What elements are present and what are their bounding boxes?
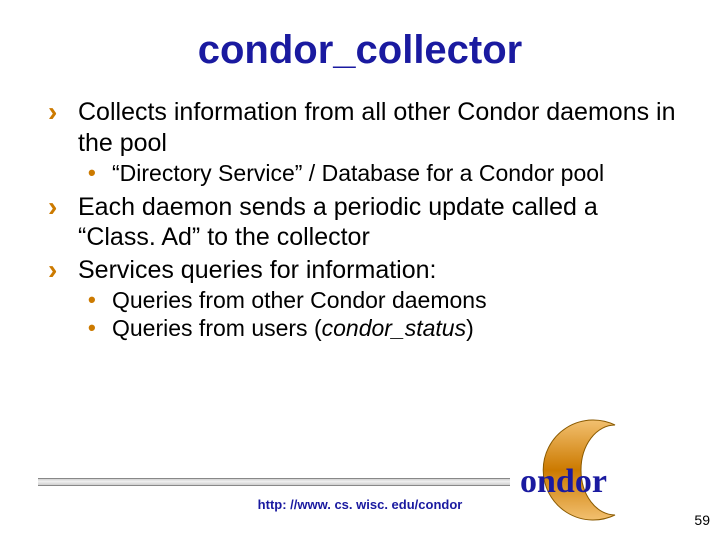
- divider-rule: [38, 478, 510, 486]
- bullet-item: Collects information from all other Cond…: [78, 97, 680, 188]
- bullet-text: Collects information from all other Cond…: [78, 98, 676, 157]
- bullet-text: Services queries for information:: [78, 256, 436, 284]
- sub-item: Queries from other Condor daemons: [112, 287, 680, 315]
- bullet-list: Collects information from all other Cond…: [40, 97, 680, 342]
- bullet-item: Each daemon sends a periodic update call…: [78, 192, 680, 253]
- sub-list: “Directory Service” / Database for a Con…: [78, 160, 680, 188]
- sub-text-suffix: ): [466, 315, 474, 341]
- page-number: 59: [694, 512, 710, 528]
- sub-text: Queries from other Condor daemons: [112, 287, 487, 313]
- condor-logo: ondor: [520, 410, 660, 530]
- slide-title: condor_collector: [40, 28, 680, 73]
- sub-text-prefix: Queries from users (: [112, 315, 322, 341]
- sub-text: “Directory Service” / Database for a Con…: [112, 160, 604, 186]
- sub-text-italic: condor_status: [322, 315, 466, 341]
- svg-text:ondor: ondor: [520, 463, 607, 500]
- bullet-text: Each daemon sends a periodic update call…: [78, 193, 598, 252]
- sub-list: Queries from other Condor daemons Querie…: [78, 287, 680, 342]
- sub-item: Queries from users (condor_status): [112, 315, 680, 343]
- sub-item: “Directory Service” / Database for a Con…: [112, 160, 680, 188]
- bullet-item: Services queries for information: Querie…: [78, 255, 680, 343]
